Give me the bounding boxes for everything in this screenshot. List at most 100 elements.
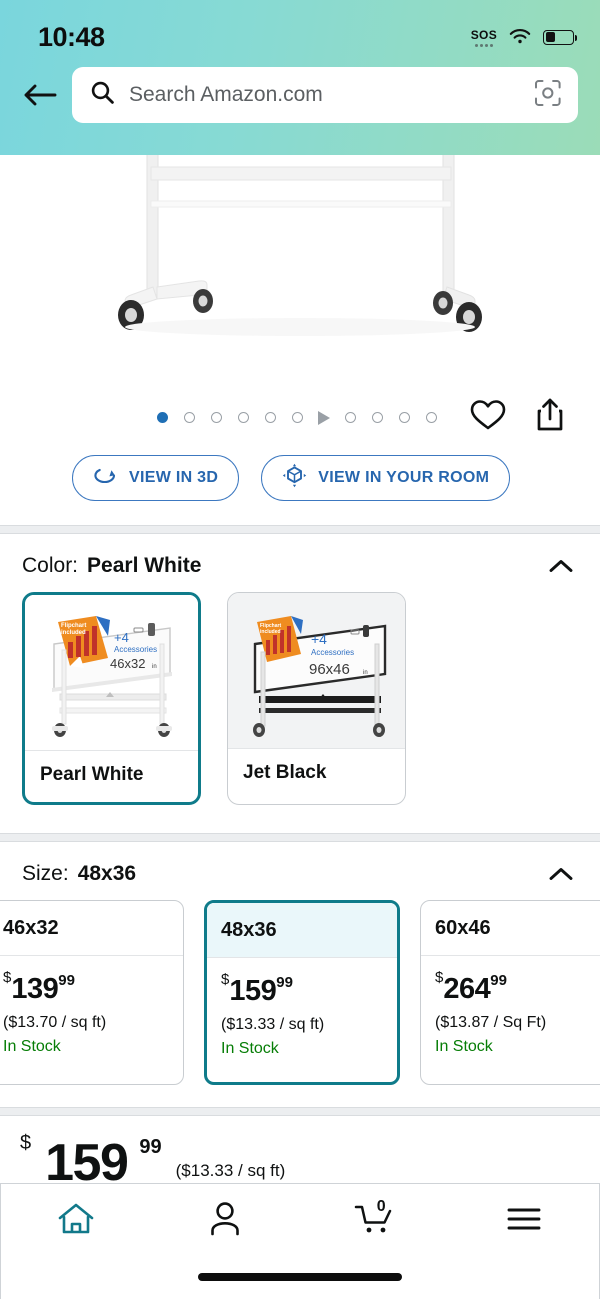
gallery-actions xyxy=(470,398,576,437)
size-option-card[interactable]: 60x46 $26499 ($13.87 / Sq Ft) In Stock xyxy=(420,900,600,1085)
color-section-header[interactable]: Color: Pearl White xyxy=(0,534,600,592)
carousel-dot[interactable] xyxy=(426,412,437,423)
color-selected-value: Pearl White xyxy=(87,554,202,577)
view-in-3d-label: VIEW IN 3D xyxy=(129,469,219,486)
size-option-title: 48x36 xyxy=(207,903,397,958)
size-option-title: 60x46 xyxy=(421,901,600,956)
bottom-nav-home[interactable] xyxy=(1,1184,151,1258)
product-price-block: $ 159 99 ($13.33 / sq ft) xyxy=(0,1116,600,1189)
price-fraction: 99 xyxy=(58,972,75,989)
size-option-availability: In Stock xyxy=(221,1040,279,1057)
color-swatch-label: Jet Black xyxy=(228,748,405,800)
view-in-your-room-button[interactable]: VIEW IN YOUR ROOM xyxy=(261,455,511,501)
color-swatch-jet-black[interactable]: Flipchart included +4 Accessories 96x46 … xyxy=(227,592,406,805)
carousel-indicator-row xyxy=(0,390,600,445)
size-section-header[interactable]: Size: 48x36 xyxy=(0,842,600,900)
carousel-dot[interactable] xyxy=(265,412,276,423)
ar-buttons-row: VIEW IN 3D VIEW IN YOUR ROOM xyxy=(0,445,600,525)
status-bar: 10:48 SOS xyxy=(0,0,600,52)
carousel-dot[interactable] xyxy=(211,412,222,423)
back-button[interactable] xyxy=(14,69,66,121)
size-label: Size: xyxy=(22,862,69,885)
status-bar-indicators: SOS xyxy=(471,28,577,47)
svg-text:in: in xyxy=(363,670,368,676)
svg-text:included: included xyxy=(260,629,281,635)
main-price-integer: 159 xyxy=(45,1134,129,1192)
app-screen: 10:48 SOS Search Amazon.com VIEW IN 3D V… xyxy=(0,0,600,1299)
size-option-body: $13999 ($13.70 / sq ft) In Stock xyxy=(0,956,183,1080)
size-option-body: $15999 ($13.33 / sq ft) In Stock xyxy=(207,958,397,1082)
price-fraction: 99 xyxy=(276,974,293,991)
search-icon xyxy=(90,80,115,110)
size-selected-value: 48x36 xyxy=(77,862,137,885)
chevron-up-icon[interactable] xyxy=(548,866,574,882)
svg-text:46x32: 46x32 xyxy=(110,656,145,671)
product-image-carousel[interactable] xyxy=(0,155,600,390)
size-option-list[interactable]: 46x32 $13999 ($13.70 / sq ft) In Stock 4… xyxy=(0,900,600,1107)
heart-icon[interactable] xyxy=(470,399,506,436)
view-in-3d-button[interactable]: VIEW IN 3D xyxy=(72,455,240,501)
rotate-3d-icon xyxy=(93,467,118,490)
carousel-dot[interactable] xyxy=(238,412,249,423)
price-integer: 159 xyxy=(229,975,277,1007)
color-label: Color: xyxy=(22,554,79,577)
wifi-icon xyxy=(508,28,532,46)
main-price-fraction: 99 xyxy=(139,1136,162,1158)
size-option-unit-price: ($13.33 / sq ft) xyxy=(221,1016,325,1033)
size-option-availability: In Stock xyxy=(435,1038,493,1055)
size-option-title: 46x32 xyxy=(0,901,183,956)
color-swatch-list: Flipchart included +4 Accessories 46x32 … xyxy=(0,592,600,833)
search-bar[interactable]: Search Amazon.com xyxy=(72,67,578,123)
svg-text:Accessories: Accessories xyxy=(311,648,354,657)
view-in-your-room-label: VIEW IN YOUR ROOM xyxy=(318,469,490,486)
bottom-nav-items: 0 xyxy=(1,1184,599,1258)
carousel-video-play-icon[interactable] xyxy=(318,410,330,425)
person-icon xyxy=(208,1201,242,1242)
section-divider xyxy=(0,833,600,842)
share-icon[interactable] xyxy=(536,398,564,437)
svg-text:Flipchart: Flipchart xyxy=(61,623,86,629)
status-bar-clock: 10:48 xyxy=(38,21,105,52)
carousel-indicators[interactable] xyxy=(0,410,470,425)
color-swatch-image: Flipchart included +4 Accessories 96x46 … xyxy=(228,593,405,748)
size-option-price: $26499 xyxy=(435,970,600,1004)
svg-text:96x46: 96x46 xyxy=(309,661,350,678)
size-option-card[interactable]: 46x32 $13999 ($13.70 / sq ft) In Stock xyxy=(0,900,184,1085)
size-option-card-selected[interactable]: 48x36 $15999 ($13.33 / sq ft) In Stock xyxy=(204,900,400,1085)
ios-home-indicator xyxy=(198,1273,402,1281)
size-option-body: $26499 ($13.87 / Sq Ft) In Stock xyxy=(421,956,600,1080)
price-fraction: 99 xyxy=(490,972,507,989)
carousel-dot[interactable] xyxy=(399,412,410,423)
product-image[interactable] xyxy=(95,155,505,390)
search-row: Search Amazon.com xyxy=(0,52,600,138)
search-input[interactable]: Search Amazon.com xyxy=(129,83,520,107)
size-option-unit-price: ($13.70 / sq ft) xyxy=(3,1014,107,1031)
sos-signal-dots xyxy=(474,43,493,47)
bottom-nav-menu[interactable] xyxy=(450,1184,600,1258)
section-divider xyxy=(0,525,600,534)
bottom-navigation-bar: 0 xyxy=(0,1183,600,1299)
bottom-nav-account[interactable] xyxy=(151,1184,301,1258)
app-header: 10:48 SOS Search Amazon.com xyxy=(0,0,600,155)
home-icon xyxy=(57,1202,95,1241)
color-swatch-image: Flipchart included +4 Accessories 46x32 … xyxy=(25,595,198,750)
cart-icon xyxy=(353,1201,397,1242)
chevron-up-icon[interactable] xyxy=(548,558,574,574)
color-swatch-pearl-white[interactable]: Flipchart included +4 Accessories 46x32 … xyxy=(22,592,201,805)
carousel-dot[interactable] xyxy=(292,412,303,423)
svg-text:+4: +4 xyxy=(311,631,327,647)
price-integer: 139 xyxy=(11,973,59,1005)
camera-scan-icon[interactable] xyxy=(534,79,562,112)
bottom-nav-cart[interactable]: 0 xyxy=(300,1184,450,1258)
main-price-currency: $ xyxy=(20,1132,32,1154)
battery-icon xyxy=(543,29,577,45)
carousel-dot[interactable] xyxy=(372,412,383,423)
color-swatch-label: Pearl White xyxy=(25,750,198,802)
cart-badge-count: 0 xyxy=(376,1198,386,1215)
carousel-dot[interactable] xyxy=(157,412,168,423)
svg-text:included: included xyxy=(61,630,86,636)
size-option-price: $13999 xyxy=(3,970,183,1004)
carousel-dot[interactable] xyxy=(345,412,356,423)
svg-text:Accessories: Accessories xyxy=(114,645,157,654)
carousel-dot[interactable] xyxy=(184,412,195,423)
